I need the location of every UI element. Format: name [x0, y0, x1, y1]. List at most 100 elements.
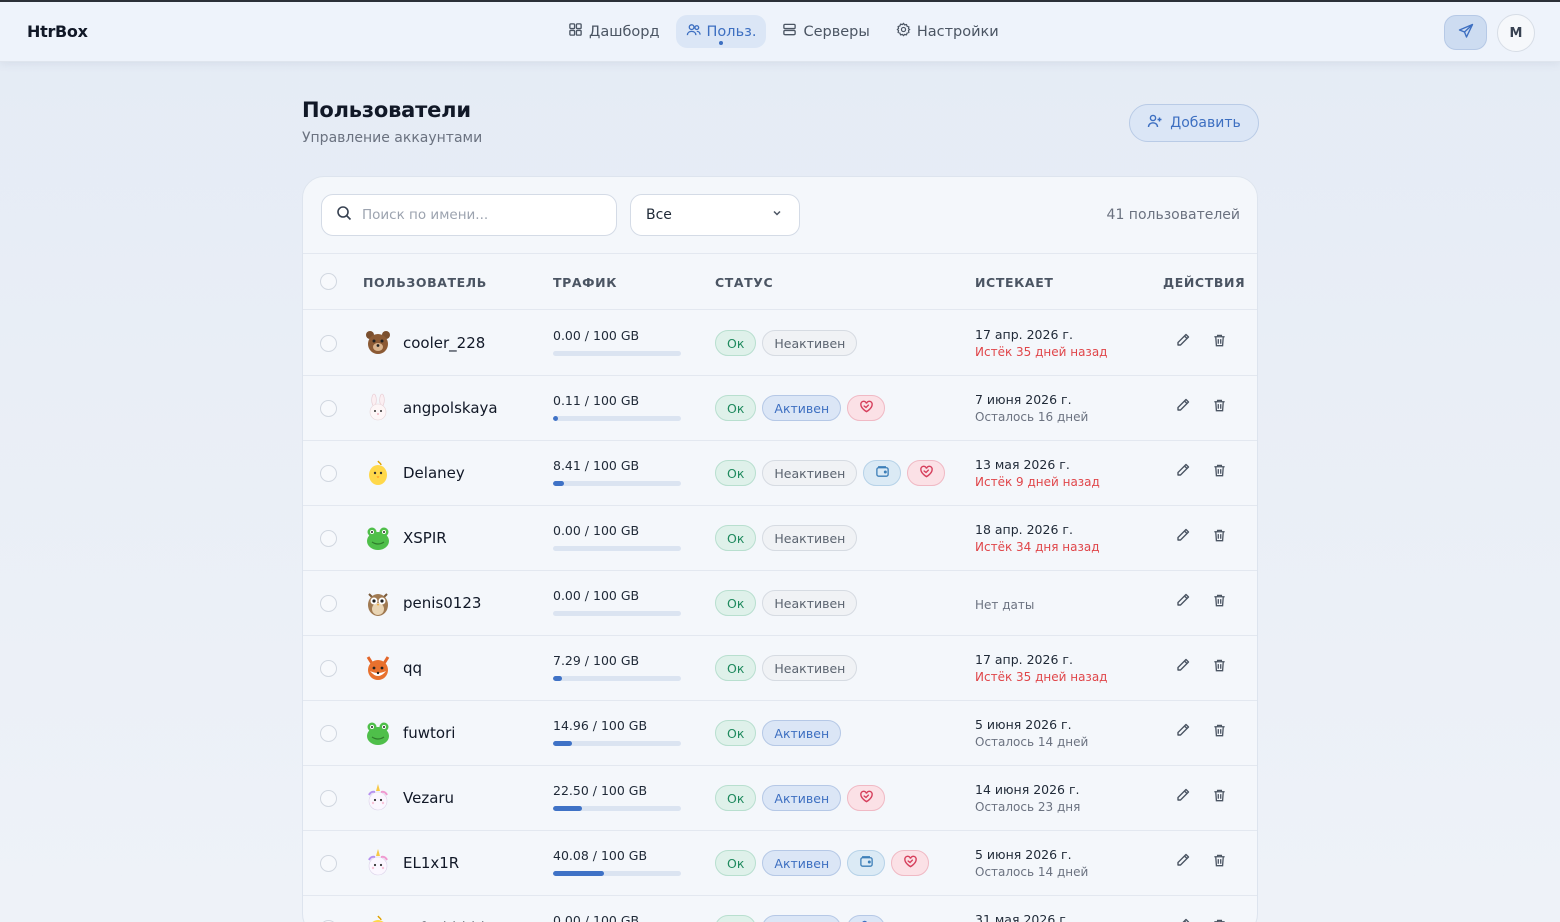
table-row[interactable]: angpolskaya 0.11 / 100 GB Ок Активен 7 июня … — [303, 376, 1257, 441]
users-count: 41 пользователей — [1106, 207, 1240, 223]
edit-button[interactable] — [1174, 918, 1192, 922]
wallet-badge[interactable] — [847, 850, 886, 876]
delete-button[interactable] — [1210, 463, 1228, 481]
traffic-usage: 0.00 / 100 GB — [553, 523, 640, 538]
heart-icon — [859, 399, 874, 417]
heart-badge[interactable] — [847, 785, 886, 811]
select-all-checkbox[interactable] — [320, 273, 337, 290]
table-row[interactable]: Vezaru 22.50 / 100 GB Ок Активен 14 июня 202… — [303, 766, 1257, 831]
table-row[interactable]: XSPIR 0.00 / 100 GB Ок Неактивен 18 апр. 202… — [303, 506, 1257, 571]
table-row[interactable]: Delaney 8.41 / 100 GB Ок Неактивен 13 мая 20… — [303, 441, 1257, 506]
telegram-button[interactable] — [1444, 15, 1487, 50]
traffic-usage: 0.00 / 100 GB — [553, 328, 640, 343]
heart-badge[interactable] — [891, 850, 930, 876]
delete-button[interactable] — [1210, 398, 1228, 416]
delete-button[interactable] — [1210, 853, 1228, 871]
row-checkbox[interactable] — [320, 790, 337, 807]
username[interactable]: EL1x1R — [403, 854, 459, 872]
add-user-button[interactable]: Добавить — [1129, 104, 1259, 142]
pencil-icon — [1175, 462, 1191, 482]
traffic-progress-fill — [553, 741, 573, 746]
edit-button[interactable] — [1174, 463, 1192, 481]
users-icon — [686, 22, 701, 41]
expiry-note: Истёк 9 дней назад — [975, 475, 1100, 489]
user-plus-badge[interactable] — [847, 915, 886, 922]
edit-button[interactable] — [1174, 528, 1192, 546]
status-badges: Ок Неактивен — [715, 460, 946, 486]
edit-button[interactable] — [1174, 723, 1192, 741]
nav-item-dashboard[interactable]: Дашборд — [558, 15, 670, 48]
trash-icon — [1212, 333, 1227, 352]
traffic-usage: 0.11 / 100 GB — [553, 393, 640, 408]
table-row[interactable]: EL1x1R 40.08 / 100 GB Ок Активен 5 июня 2026… — [303, 831, 1257, 896]
column-header-user[interactable]: ПОЛЬЗОВАТЕЛЬ — [363, 275, 487, 290]
row-checkbox[interactable] — [320, 400, 337, 417]
traffic-progress-bar — [553, 741, 681, 746]
row-checkbox[interactable] — [320, 465, 337, 482]
health-badge: Ок — [715, 590, 757, 616]
row-checkbox[interactable] — [320, 530, 337, 547]
username[interactable]: Vezaru — [403, 789, 454, 807]
column-header-traffic[interactable]: ТРАФИК — [553, 275, 617, 290]
heart-badge[interactable] — [847, 395, 886, 421]
search-input[interactable] — [362, 207, 602, 223]
table-header: ПОЛЬЗОВАТЕЛЬ ТРАФИК СТАТУС ИСТЕКАЕТ ДЕЙС… — [303, 253, 1257, 310]
username[interactable]: XSPIR — [403, 529, 447, 547]
nav-item-users[interactable]: Польз. — [675, 15, 767, 48]
nav-item-servers[interactable]: Серверы — [772, 15, 879, 48]
username[interactable]: angpolskaya — [403, 399, 498, 417]
column-header-expires[interactable]: ИСТЕКАЕТ — [975, 275, 1053, 290]
table-row[interactable]: fuwtori 14.96 / 100 GB Ок Активен 5 июня 202… — [303, 701, 1257, 766]
profile-avatar-button[interactable]: M — [1497, 14, 1535, 52]
username[interactable]: Delaney — [403, 464, 465, 482]
table-row[interactable]: penis0123 0.00 / 100 GB Ок Неактивен Нет дат… — [303, 571, 1257, 636]
pencil-icon — [1175, 397, 1191, 417]
expiry-date: 5 июня 2026 г. — [975, 717, 1072, 732]
delete-button[interactable] — [1210, 723, 1228, 741]
edit-button[interactable] — [1174, 788, 1192, 806]
status-badges: ОкАктивен — [715, 785, 886, 811]
expiry-date: 18 апр. 2026 г. — [975, 522, 1073, 537]
table-row[interactable]: cooler_228 0.00 / 100 GB Ок Неактивен 17 апр… — [303, 311, 1257, 376]
table-row[interactable]: qq 7.29 / 100 GB Ок Неактивен 17 апр. 2026 г… — [303, 636, 1257, 701]
username[interactable]: fuwtori — [403, 724, 455, 742]
row-checkbox[interactable] — [320, 660, 337, 677]
traffic-progress-fill — [553, 416, 559, 421]
delete-button[interactable] — [1210, 788, 1228, 806]
username[interactable]: qq — [403, 659, 422, 677]
traffic-progress-fill — [553, 481, 564, 486]
edit-button[interactable] — [1174, 398, 1192, 416]
top-navbar: HtrBox Дашборд Польз. Серверы Настройки … — [0, 2, 1560, 62]
row-checkbox[interactable] — [320, 335, 337, 352]
username[interactable]: penis0123 — [403, 594, 481, 612]
frog-avatar-icon — [363, 523, 393, 553]
trash-icon — [1212, 658, 1227, 677]
nav-item-settings[interactable]: Настройки — [886, 15, 1009, 48]
row-checkbox[interactable] — [320, 855, 337, 872]
row-checkbox[interactable] — [320, 725, 337, 742]
status-badges: ОкАктивен — [715, 915, 886, 922]
delete-button[interactable] — [1210, 593, 1228, 611]
delete-button[interactable] — [1210, 658, 1228, 676]
search-icon — [336, 205, 352, 225]
column-header-status[interactable]: СТАТУС — [715, 275, 773, 290]
heart-badge[interactable] — [907, 460, 946, 486]
edit-button[interactable] — [1174, 593, 1192, 611]
brand-logo[interactable]: HtrBox — [27, 22, 88, 41]
table-row[interactable]: sofushhhhk0.00 / 100 GBОкАктивен31 мая 2… — [303, 896, 1257, 922]
wallet-badge[interactable] — [863, 460, 902, 486]
edit-button[interactable] — [1174, 658, 1192, 676]
row-checkbox[interactable] — [320, 595, 337, 612]
delete-button[interactable] — [1210, 918, 1228, 922]
delete-button[interactable] — [1210, 333, 1228, 351]
edit-button[interactable] — [1174, 333, 1192, 351]
frog-avatar-icon — [363, 718, 393, 748]
delete-button[interactable] — [1210, 528, 1228, 546]
status-filter-select[interactable]: Все — [630, 194, 800, 236]
username[interactable]: cooler_228 — [403, 334, 485, 352]
edit-button[interactable] — [1174, 853, 1192, 871]
search-box[interactable] — [321, 194, 617, 236]
pencil-icon — [1175, 592, 1191, 612]
health-badge: Ок — [715, 525, 757, 551]
nav-label: Дашборд — [589, 23, 660, 40]
